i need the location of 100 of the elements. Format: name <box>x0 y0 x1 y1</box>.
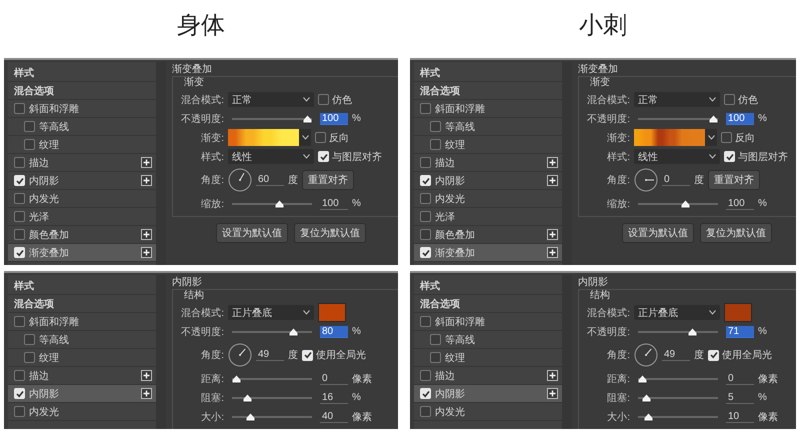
style-list-item[interactable]: 纹理 <box>414 136 562 154</box>
value-field[interactable]: 60 <box>256 174 284 186</box>
angle-dial[interactable] <box>634 343 658 367</box>
style-list-item[interactable]: 内发光 <box>8 190 156 208</box>
checkbox[interactable] <box>420 103 431 114</box>
checkbox[interactable] <box>315 132 326 143</box>
checkbox[interactable] <box>14 370 25 381</box>
slider-thumb[interactable] <box>243 394 252 402</box>
checkbox[interactable] <box>24 121 35 132</box>
checkbox[interactable] <box>14 193 25 204</box>
slider-thumb[interactable] <box>680 200 690 208</box>
checkbox[interactable] <box>721 132 732 143</box>
value-field[interactable]: 100 <box>726 112 754 124</box>
angle-dial[interactable] <box>228 168 252 192</box>
style-list-item[interactable]: 光泽 <box>414 208 562 226</box>
style-list-item[interactable]: 斜面和浮雕 <box>414 100 562 118</box>
style-list-item[interactable]: 斜面和浮雕 <box>8 100 156 118</box>
value-field[interactable]: 0 <box>662 174 690 186</box>
checkbox[interactable] <box>420 229 431 240</box>
add-icon[interactable] <box>141 388 152 399</box>
add-icon[interactable] <box>547 370 558 381</box>
dialog-button[interactable]: 设置为默认值 <box>622 223 694 243</box>
style-list-item[interactable]: 内阴影 <box>414 172 562 190</box>
value-field[interactable]: 0 <box>320 372 348 384</box>
style-list-item[interactable]: 内阴影 <box>414 385 562 403</box>
value-field[interactable]: 100 <box>726 198 754 210</box>
value-field[interactable]: 40 <box>320 410 348 422</box>
style-list-item[interactable]: 等高线 <box>8 331 156 349</box>
checkbox[interactable] <box>24 352 35 363</box>
add-icon[interactable] <box>141 157 152 168</box>
style-list-item[interactable]: 内发光 <box>414 190 562 208</box>
checkbox[interactable] <box>24 139 35 150</box>
slider-thumb[interactable] <box>288 328 298 336</box>
style-list-item[interactable]: 纹理 <box>414 349 562 367</box>
value-field[interactable]: 71 <box>726 326 754 338</box>
style-list-item[interactable]: 等高线 <box>414 118 562 136</box>
reset-align-button[interactable]: 重置对齐 <box>302 170 354 190</box>
checkbox[interactable] <box>420 370 431 381</box>
gradient-dropdown[interactable] <box>705 129 717 146</box>
dialog-button[interactable]: 复位为默认值 <box>294 223 366 243</box>
slider-thumb[interactable] <box>232 374 241 382</box>
style-list-item[interactable]: 内发光 <box>414 403 562 421</box>
checkbox[interactable] <box>14 157 25 168</box>
slider-thumb[interactable] <box>644 412 653 420</box>
checkbox[interactable] <box>430 121 441 132</box>
checkbox[interactable] <box>724 94 735 105</box>
checkbox[interactable] <box>14 406 25 417</box>
style-list-item[interactable]: 纹理 <box>8 349 156 367</box>
add-icon[interactable] <box>141 229 152 240</box>
checkbox[interactable] <box>14 316 25 327</box>
value-field[interactable]: 49 <box>662 349 690 361</box>
value-field[interactable]: 80 <box>320 326 348 338</box>
angle-dial[interactable] <box>634 168 658 192</box>
slider-thumb[interactable] <box>688 328 697 336</box>
dialog-button[interactable]: 复位为默认值 <box>700 223 772 243</box>
style-list-item[interactable]: 斜面和浮雕 <box>8 313 156 331</box>
dropdown[interactable]: 线性 <box>228 149 314 164</box>
checkbox[interactable] <box>420 193 431 204</box>
color-swatch[interactable] <box>724 303 752 322</box>
dropdown[interactable]: 正片叠底 <box>634 305 720 320</box>
value-field[interactable]: 0 <box>726 372 754 384</box>
add-icon[interactable] <box>547 247 558 258</box>
gradient-dropdown[interactable] <box>299 129 311 146</box>
slider-thumb[interactable] <box>638 374 647 382</box>
style-list-item[interactable]: 内发光 <box>8 403 156 421</box>
add-icon[interactable] <box>141 370 152 381</box>
style-list-item[interactable]: 渐变叠加 <box>414 244 562 262</box>
slider-thumb[interactable] <box>709 114 718 122</box>
checkbox[interactable] <box>420 157 431 168</box>
dialog-button[interactable]: 设置为默认值 <box>216 223 288 243</box>
add-icon[interactable] <box>547 229 558 240</box>
checkbox[interactable] <box>420 211 431 222</box>
add-icon[interactable] <box>547 175 558 186</box>
value-field[interactable]: 5 <box>726 392 754 404</box>
dropdown[interactable]: 正常 <box>634 92 720 107</box>
add-icon[interactable] <box>141 247 152 258</box>
add-icon[interactable] <box>141 175 152 186</box>
slider-thumb[interactable] <box>303 114 312 122</box>
dropdown[interactable]: 正常 <box>228 92 314 107</box>
slider-thumb[interactable] <box>246 412 256 420</box>
value-field[interactable]: 10 <box>726 410 754 422</box>
style-list-item[interactable]: 描边 <box>8 154 156 172</box>
value-field[interactable]: 100 <box>320 112 348 124</box>
checkbox[interactable] <box>430 139 441 150</box>
checkbox[interactable] <box>430 352 441 363</box>
checkbox[interactable] <box>14 229 25 240</box>
style-list-item[interactable]: 纹理 <box>8 136 156 154</box>
checkbox[interactable] <box>14 103 25 114</box>
add-icon[interactable] <box>547 388 558 399</box>
style-list-item[interactable]: 光泽 <box>8 208 156 226</box>
checkbox[interactable] <box>318 94 329 105</box>
checkbox[interactable] <box>24 334 35 345</box>
style-list-item[interactable]: 描边 <box>414 154 562 172</box>
value-field[interactable]: 16 <box>320 392 348 404</box>
angle-dial[interactable] <box>228 343 252 367</box>
reset-align-button[interactable]: 重置对齐 <box>708 170 760 190</box>
checkbox[interactable] <box>14 211 25 222</box>
slider-thumb[interactable] <box>642 394 651 402</box>
dropdown[interactable]: 线性 <box>634 149 720 164</box>
add-icon[interactable] <box>547 157 558 168</box>
